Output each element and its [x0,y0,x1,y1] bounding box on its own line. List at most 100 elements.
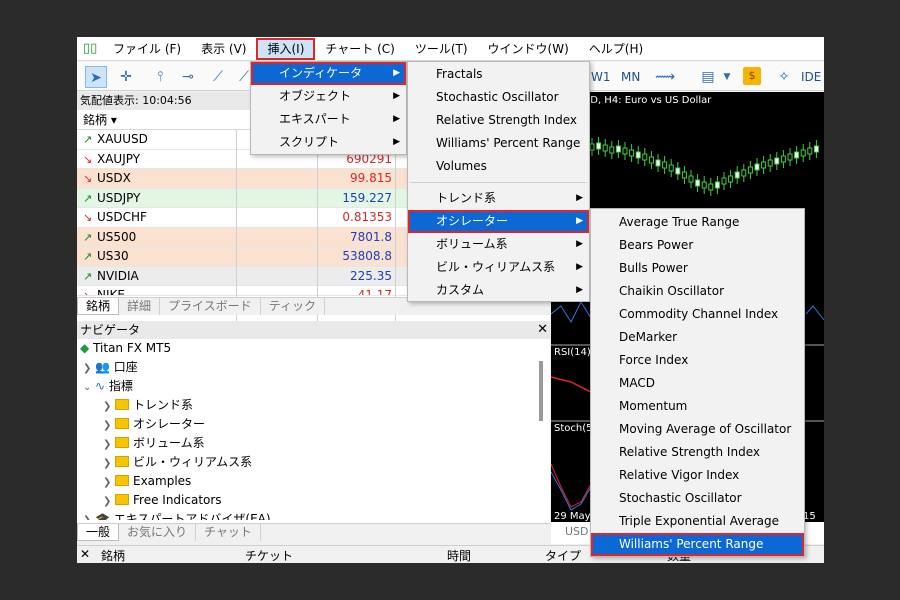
indicator-menu-item[interactable]: Stochastic Oscillator [408,86,589,109]
oscillator-menu-item[interactable]: Triple Exponential Average [591,510,804,533]
candle-body [761,161,767,169]
tree-folder[interactable]: ❯ Examples [77,472,550,491]
chevron-down-icon[interactable]: ⌄ [83,378,95,397]
chevron-right-icon[interactable]: ❯ [103,416,115,435]
column-ticket[interactable]: チケット [245,547,293,563]
menu-insert[interactable]: 挿入(I) [256,37,316,60]
sparkle-icon[interactable]: ✧ [773,66,795,88]
chart-tab[interactable]: USD [565,525,589,538]
timeframe-w1[interactable]: W1 [591,66,611,88]
oscillator-menu-item[interactable]: Relative Strength Index [591,441,804,464]
tree-folder[interactable]: ❯ トレンド系 [77,396,550,415]
chevron-right-icon[interactable]: ❯ [103,435,115,454]
menu-item-scripts[interactable]: スクリプト ▶ [251,131,406,154]
close-icon[interactable]: ✕ [537,321,548,339]
oscillator-menu-item[interactable]: Average True Range [591,211,804,234]
oscillator-menu-item[interactable]: Relative Vigor Index [591,464,804,487]
indicator-menu-item[interactable]: Fractals [408,63,589,86]
oscillator-menu-item[interactable]: Bulls Power [591,257,804,280]
indicator-group-item[interactable]: ビル・ウィリアムス系 ▶ [408,256,589,279]
candle-body [813,145,819,153]
bid-price: 159.227 [342,190,392,205]
trendline-icon[interactable]: ⟋ [207,66,229,88]
oscillator-menu-item[interactable]: Commodity Channel Index [591,303,804,326]
column-symbol[interactable]: 銘柄 [101,547,125,563]
candle-body [780,155,786,163]
chevron-right-icon[interactable]: ❯ [103,492,115,511]
oscillator-menu-item[interactable]: Stochastic Oscillator [591,487,804,510]
indicator-menu-item[interactable]: Relative Strength Index [408,109,589,132]
tree-folder[interactable]: ❯ Free Indicators [77,491,550,510]
indicator-group-item[interactable]: オシレーター ▶ [408,210,589,233]
tab-ticks[interactable]: ティック [261,298,325,315]
tab-priceboard[interactable]: プライスボード [160,298,261,315]
navigator-title: ナビゲータ ✕ [77,321,550,339]
tree-folder[interactable]: ❯ オシレーター [77,415,550,434]
vertical-line-icon[interactable]: ⫯ [149,66,171,88]
chevron-right-icon[interactable]: ❯ [103,397,115,416]
menu-item-objects[interactable]: オブジェクト ▶ [251,85,406,108]
indicator-group-item[interactable]: トレンド系 ▶ [408,187,589,210]
tab-details[interactable]: 詳細 [119,298,161,315]
tab-chat[interactable]: チャット [196,524,261,541]
arrow-down-icon: ↘ [83,172,93,185]
oscillator-menu-item[interactable]: Chaikin Oscillator [591,280,804,303]
tree-root[interactable]: ◆ Titan FX MT5 [77,339,550,358]
oscillator-menu-item[interactable]: Williams' Percent Range [591,533,804,556]
menu-item-experts[interactable]: エキスパート ▶ [251,108,406,131]
submenu-arrow-icon: ▶ [393,68,400,78]
column-type[interactable]: タイプ [545,547,581,563]
oscillator-menu-item[interactable]: MACD [591,372,804,395]
close-icon[interactable]: ✕ [80,547,90,561]
candle-body [642,153,648,161]
oscillator-menu-item[interactable]: Moving Average of Oscillator [591,418,804,441]
chevron-right-icon[interactable]: ❯ [103,454,115,473]
menu-file[interactable]: ファイル (F) [103,38,191,60]
timeframe-mn[interactable]: MN [621,66,640,88]
indicator-group-item[interactable]: ボリューム系 ▶ [408,233,589,256]
tree-folder[interactable]: ❯ ビル・ウィリアムス系 [77,453,550,472]
indicator-group-item[interactable]: カスタム ▶ [408,279,589,302]
line-chart-icon[interactable]: ⟿ [654,66,676,88]
chevron-right-icon[interactable]: ❯ [103,473,115,492]
indicator-menu-item[interactable]: Volumes [408,155,589,178]
navigator-scrollbar[interactable] [539,361,543,421]
oscillator-menu-item[interactable]: Bears Power [591,234,804,257]
arrow-up-icon: ↗ [83,191,93,205]
crosshair-icon[interactable]: ✛ [115,66,137,88]
tab-symbols[interactable]: 銘柄 [77,298,120,315]
indicator-menu-item[interactable]: Williams' Percent Range [408,132,589,155]
menu-bar: ▯▯ ファイル (F) 表示 (V) 挿入(I) チャート (C) ツール(T)… [77,37,824,61]
candle-body [655,159,661,167]
symbol-name: US30 [97,249,129,263]
tab-favorites[interactable]: お気に入り [119,524,197,541]
cursor-icon[interactable]: ➤ [85,66,107,88]
menu-help[interactable]: ヘルプ(H) [579,38,653,60]
column-time[interactable]: 時間 [447,547,471,563]
submenu-arrow-icon: ▶ [576,285,583,295]
tree-experts[interactable]: ❯🎓 エキスパートアドバイザ(EA) [77,510,550,520]
chevron-right-icon[interactable]: ❯ [83,511,95,520]
tree-indicators[interactable]: ⌄ ∿ 指標 [77,377,550,396]
ide-button[interactable]: IDE [801,66,821,88]
symbol-name: US500 [97,229,137,244]
chevron-down-icon[interactable]: ▼ [721,66,733,88]
tree-folder[interactable]: ❯ ボリューム系 [77,434,550,453]
symbol-name: NVIDIA [97,268,139,283]
submenu-arrow-icon: ▶ [393,91,400,101]
dollar-icon[interactable]: $ [743,67,761,85]
oscillator-menu-item[interactable]: DeMarker [591,326,804,349]
menu-chart[interactable]: チャート (C) [315,38,404,60]
tree-accounts[interactable]: ❯ 👥 口座 [77,358,550,377]
tab-general[interactable]: 一般 [77,524,120,541]
chevron-right-icon[interactable]: ❯ [83,359,95,378]
menu-window[interactable]: ウインドウ(W) [478,38,579,60]
indicator-list-icon[interactable]: ▤ [697,66,719,88]
oscillator-menu-item[interactable]: Force Index [591,349,804,372]
horizontal-line-icon[interactable]: ⊸ [177,66,199,88]
menu-tools[interactable]: ツール(T) [405,38,478,60]
menu-item-indicators[interactable]: インディケータ ▶ [251,62,406,85]
column-symbol[interactable]: 銘柄 ▾ [83,110,117,130]
oscillator-menu-item[interactable]: Momentum [591,395,804,418]
menu-view[interactable]: 表示 (V) [191,38,256,60]
